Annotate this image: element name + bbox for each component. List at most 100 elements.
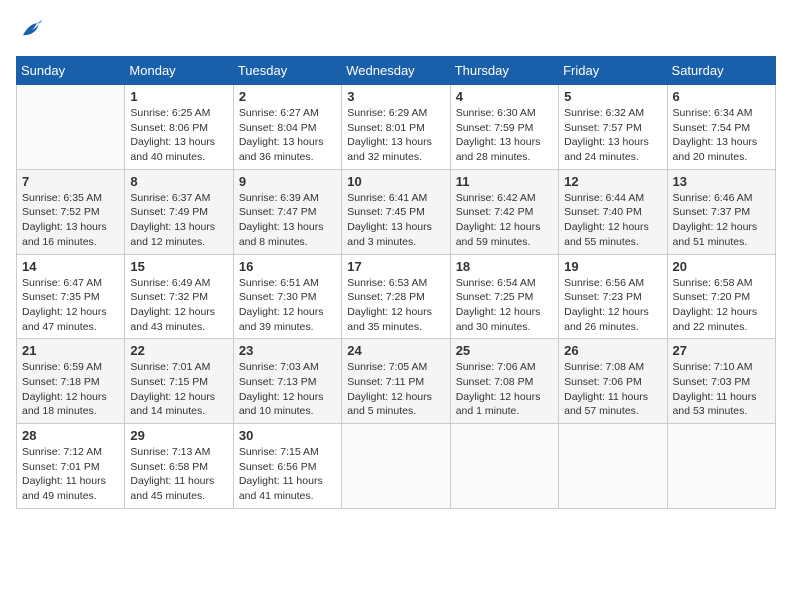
day-number: 28 <box>22 428 119 443</box>
calendar-cell: 16 Sunrise: 6:51 AM Sunset: 7:30 PM Dayli… <box>233 254 341 339</box>
day-number: 22 <box>130 343 227 358</box>
calendar-cell: 14 Sunrise: 6:47 AM Sunset: 7:35 PM Dayli… <box>17 254 125 339</box>
day-info: Sunrise: 6:41 AM Sunset: 7:45 PM Dayligh… <box>347 191 444 250</box>
day-number: 20 <box>673 259 770 274</box>
day-number: 5 <box>564 89 661 104</box>
weekday-label: Saturday <box>667 57 775 85</box>
day-number: 24 <box>347 343 444 358</box>
calendar-cell <box>559 424 667 509</box>
day-info: Sunrise: 6:30 AM Sunset: 7:59 PM Dayligh… <box>456 106 553 165</box>
weekday-label: Wednesday <box>342 57 450 85</box>
day-number: 2 <box>239 89 336 104</box>
day-info: Sunrise: 7:03 AM Sunset: 7:13 PM Dayligh… <box>239 360 336 419</box>
calendar-cell: 15 Sunrise: 6:49 AM Sunset: 7:32 PM Dayli… <box>125 254 233 339</box>
day-info: Sunrise: 6:27 AM Sunset: 8:04 PM Dayligh… <box>239 106 336 165</box>
day-info: Sunrise: 6:51 AM Sunset: 7:30 PM Dayligh… <box>239 276 336 335</box>
calendar-cell: 24 Sunrise: 7:05 AM Sunset: 7:11 PM Dayli… <box>342 339 450 424</box>
day-info: Sunrise: 6:46 AM Sunset: 7:37 PM Dayligh… <box>673 191 770 250</box>
day-info: Sunrise: 7:12 AM Sunset: 7:01 PM Dayligh… <box>22 445 119 504</box>
day-number: 13 <box>673 174 770 189</box>
calendar-cell: 12Sunrise: 6:44 AM Sunset: 7:40 PM Dayli… <box>559 169 667 254</box>
day-info: Sunrise: 6:37 AM Sunset: 7:49 PM Dayligh… <box>130 191 227 250</box>
day-number: 21 <box>22 343 119 358</box>
day-info: Sunrise: 6:25 AM Sunset: 8:06 PM Dayligh… <box>130 106 227 165</box>
day-info: Sunrise: 6:54 AM Sunset: 7:25 PM Dayligh… <box>456 276 553 335</box>
logo <box>16 16 48 44</box>
day-info: Sunrise: 6:44 AM Sunset: 7:40 PM Dayligh… <box>564 191 661 250</box>
calendar-cell: 19Sunrise: 6:56 AM Sunset: 7:23 PM Dayli… <box>559 254 667 339</box>
weekday-label: Tuesday <box>233 57 341 85</box>
day-info: Sunrise: 7:06 AM Sunset: 7:08 PM Dayligh… <box>456 360 553 419</box>
day-number: 19 <box>564 259 661 274</box>
weekday-label: Thursday <box>450 57 558 85</box>
calendar-cell: 6Sunrise: 6:34 AM Sunset: 7:54 PM Daylig… <box>667 85 775 170</box>
day-number: 23 <box>239 343 336 358</box>
page-header <box>16 16 776 44</box>
day-number: 9 <box>239 174 336 189</box>
day-info: Sunrise: 6:32 AM Sunset: 7:57 PM Dayligh… <box>564 106 661 165</box>
day-info: Sunrise: 7:05 AM Sunset: 7:11 PM Dayligh… <box>347 360 444 419</box>
calendar-body: 1 Sunrise: 6:25 AM Sunset: 8:06 PM Daylig… <box>17 85 776 509</box>
calendar-cell: 29Sunrise: 7:13 AM Sunset: 6:58 PM Dayli… <box>125 424 233 509</box>
day-info: Sunrise: 7:08 AM Sunset: 7:06 PM Dayligh… <box>564 360 661 419</box>
calendar-cell: 9 Sunrise: 6:39 AM Sunset: 7:47 PM Daylig… <box>233 169 341 254</box>
weekday-label: Friday <box>559 57 667 85</box>
day-info: Sunrise: 6:58 AM Sunset: 7:20 PM Dayligh… <box>673 276 770 335</box>
day-number: 6 <box>673 89 770 104</box>
day-number: 14 <box>22 259 119 274</box>
calendar-cell: 4Sunrise: 6:30 AM Sunset: 7:59 PM Daylig… <box>450 85 558 170</box>
calendar-cell: 18 Sunrise: 6:54 AM Sunset: 7:25 PM Dayli… <box>450 254 558 339</box>
calendar-cell: 30 Sunrise: 7:15 AM Sunset: 6:56 PM Dayli… <box>233 424 341 509</box>
calendar-cell: 26 Sunrise: 7:08 AM Sunset: 7:06 PM Dayli… <box>559 339 667 424</box>
calendar-cell: 21 Sunrise: 6:59 AM Sunset: 7:18 PM Dayli… <box>17 339 125 424</box>
day-info: Sunrise: 7:01 AM Sunset: 7:15 PM Dayligh… <box>130 360 227 419</box>
calendar-cell: 28 Sunrise: 7:12 AM Sunset: 7:01 PM Dayli… <box>17 424 125 509</box>
weekday-label: Monday <box>125 57 233 85</box>
day-info: Sunrise: 6:53 AM Sunset: 7:28 PM Dayligh… <box>347 276 444 335</box>
day-number: 30 <box>239 428 336 443</box>
day-info: Sunrise: 6:47 AM Sunset: 7:35 PM Dayligh… <box>22 276 119 335</box>
calendar-cell: 11Sunrise: 6:42 AM Sunset: 7:42 PM Dayli… <box>450 169 558 254</box>
logo-icon <box>16 16 44 44</box>
calendar-cell: 20 Sunrise: 6:58 AM Sunset: 7:20 PM Dayli… <box>667 254 775 339</box>
calendar-cell: 3Sunrise: 6:29 AM Sunset: 8:01 PM Daylig… <box>342 85 450 170</box>
day-number: 18 <box>456 259 553 274</box>
day-number: 7 <box>22 174 119 189</box>
weekday-row: SundayMondayTuesdayWednesdayThursdayFrid… <box>17 57 776 85</box>
day-number: 8 <box>130 174 227 189</box>
calendar-cell <box>342 424 450 509</box>
day-info: Sunrise: 7:10 AM Sunset: 7:03 PM Dayligh… <box>673 360 770 419</box>
day-info: Sunrise: 6:49 AM Sunset: 7:32 PM Dayligh… <box>130 276 227 335</box>
calendar-week-row: 1 Sunrise: 6:25 AM Sunset: 8:06 PM Daylig… <box>17 85 776 170</box>
day-info: Sunrise: 6:59 AM Sunset: 7:18 PM Dayligh… <box>22 360 119 419</box>
day-info: Sunrise: 6:29 AM Sunset: 8:01 PM Dayligh… <box>347 106 444 165</box>
calendar-cell <box>667 424 775 509</box>
calendar-cell: 5 Sunrise: 6:32 AM Sunset: 7:57 PM Daylig… <box>559 85 667 170</box>
calendar-cell <box>17 85 125 170</box>
calendar-cell: 22 Sunrise: 7:01 AM Sunset: 7:15 PM Dayli… <box>125 339 233 424</box>
calendar-header: SundayMondayTuesdayWednesdayThursdayFrid… <box>17 57 776 85</box>
calendar-cell: 2 Sunrise: 6:27 AM Sunset: 8:04 PM Daylig… <box>233 85 341 170</box>
day-number: 26 <box>564 343 661 358</box>
calendar-cell: 17 Sunrise: 6:53 AM Sunset: 7:28 PM Dayli… <box>342 254 450 339</box>
day-number: 25 <box>456 343 553 358</box>
calendar-cell: 23 Sunrise: 7:03 AM Sunset: 7:13 PM Dayli… <box>233 339 341 424</box>
calendar-week-row: 28 Sunrise: 7:12 AM Sunset: 7:01 PM Dayli… <box>17 424 776 509</box>
day-number: 17 <box>347 259 444 274</box>
day-number: 10 <box>347 174 444 189</box>
day-info: Sunrise: 6:35 AM Sunset: 7:52 PM Dayligh… <box>22 191 119 250</box>
day-number: 16 <box>239 259 336 274</box>
calendar-cell: 13 Sunrise: 6:46 AM Sunset: 7:37 PM Dayli… <box>667 169 775 254</box>
calendar-cell: 10 Sunrise: 6:41 AM Sunset: 7:45 PM Dayli… <box>342 169 450 254</box>
calendar-cell: 7 Sunrise: 6:35 AM Sunset: 7:52 PM Daylig… <box>17 169 125 254</box>
day-number: 15 <box>130 259 227 274</box>
calendar-cell: 25 Sunrise: 7:06 AM Sunset: 7:08 PM Dayli… <box>450 339 558 424</box>
weekday-label: Sunday <box>17 57 125 85</box>
day-info: Sunrise: 6:39 AM Sunset: 7:47 PM Dayligh… <box>239 191 336 250</box>
day-number: 1 <box>130 89 227 104</box>
calendar-cell <box>450 424 558 509</box>
calendar-cell: 8 Sunrise: 6:37 AM Sunset: 7:49 PM Daylig… <box>125 169 233 254</box>
calendar-week-row: 21 Sunrise: 6:59 AM Sunset: 7:18 PM Dayli… <box>17 339 776 424</box>
day-info: Sunrise: 7:15 AM Sunset: 6:56 PM Dayligh… <box>239 445 336 504</box>
day-number: 11 <box>456 174 553 189</box>
